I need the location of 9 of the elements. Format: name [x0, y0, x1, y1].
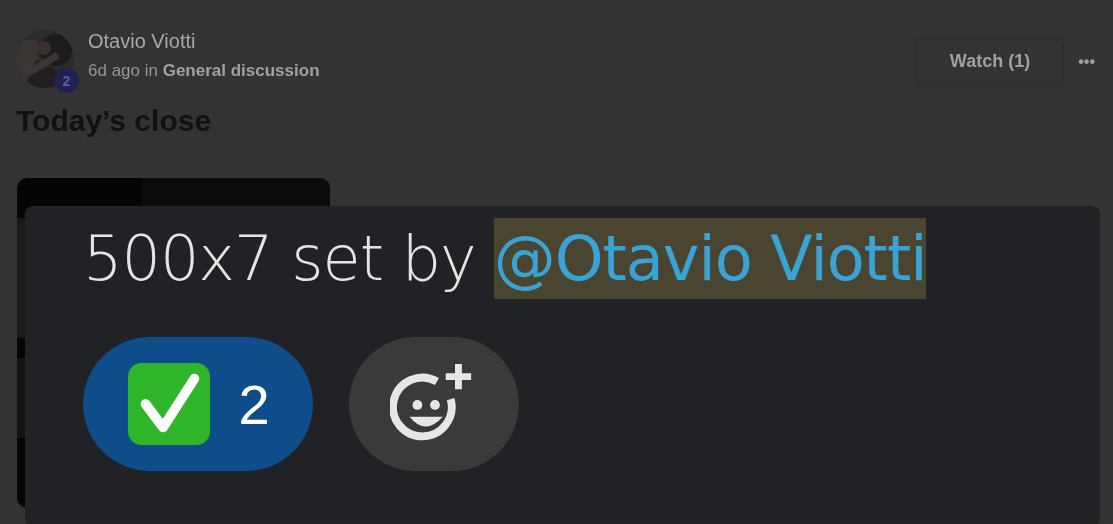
user-mention[interactable]: @Otavio Viotti: [493, 218, 927, 299]
user-badge: 2: [54, 68, 79, 93]
check-mark-icon: [126, 361, 213, 447]
watch-button[interactable]: Watch (1): [916, 38, 1064, 85]
reaction-button[interactable]: 2: [83, 337, 313, 471]
post-meta: 6d ago in General discussion: [88, 61, 320, 81]
author-name[interactable]: Otavio Viotti: [88, 30, 320, 53]
more-button[interactable]: •••: [1063, 42, 1105, 81]
message-text: 500x7 set by: [83, 222, 476, 295]
